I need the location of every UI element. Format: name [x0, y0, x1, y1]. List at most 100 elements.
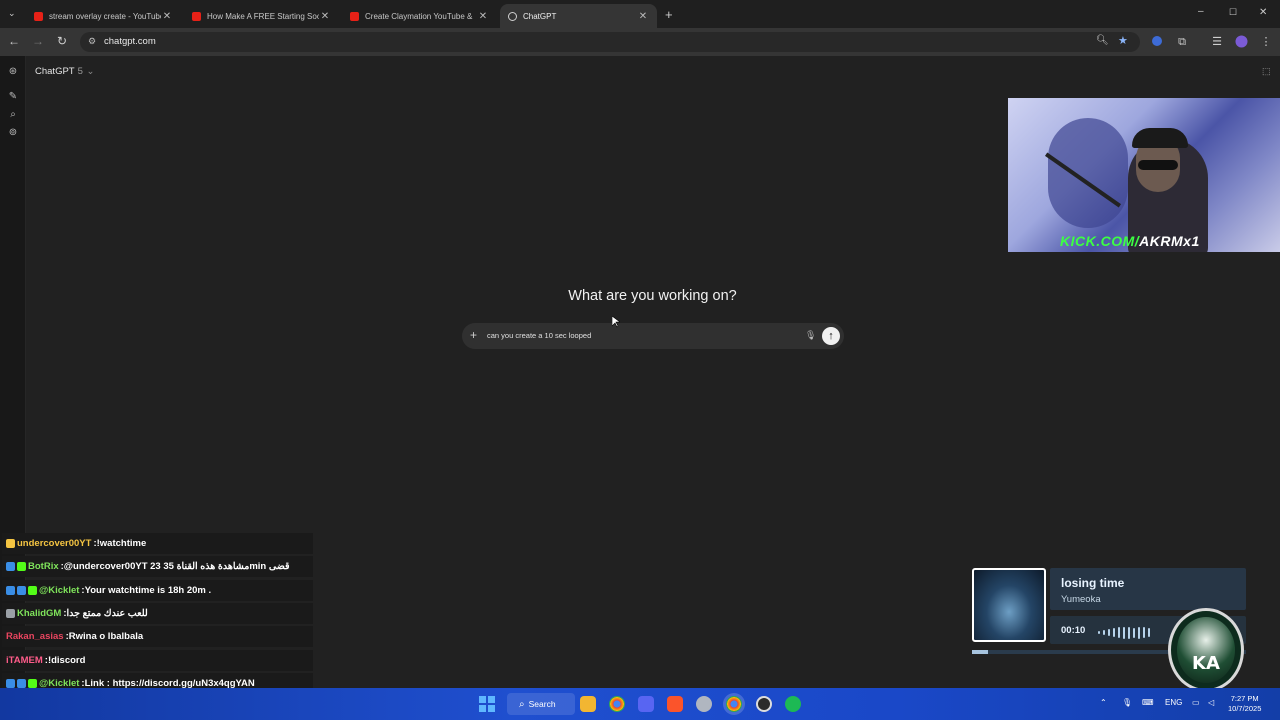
audio-waveform	[1098, 624, 1178, 639]
chat-badge-icon	[28, 586, 37, 595]
brave-icon[interactable]	[667, 696, 683, 712]
chat-message-text: Your watchtime is 18h 20m .	[84, 585, 212, 596]
streamer-glasses	[1138, 160, 1178, 170]
song-progress-fill	[972, 650, 989, 654]
tab-title: How Make A FREE Starting Soon	[207, 11, 319, 21]
keyboard-icon[interactable]: ⌨	[1142, 698, 1154, 707]
chat-badge-icon	[17, 562, 26, 571]
logo-monogram: KA	[1192, 653, 1220, 674]
taskbar-clock[interactable]: 7:27 PM 10/7/2025	[1228, 694, 1261, 714]
channel-logo: KA	[1168, 608, 1244, 692]
song-artist: Yumeoka	[1061, 594, 1101, 605]
chat-username: undercover00YT	[17, 538, 92, 549]
reload-icon[interactable]: ↻	[54, 34, 70, 48]
chrome-active-icon[interactable]	[726, 696, 742, 712]
chat-username: iTAMEM	[6, 655, 43, 666]
chat-username: KhalidGM	[17, 608, 62, 619]
chevron-down-icon: ⌄	[86, 66, 95, 77]
chat-mention-prefix: @	[39, 585, 49, 596]
chat-message: KhalidGM: للعب عندك ممتع جدا	[2, 603, 313, 624]
openai-logo-icon[interactable]: ⊛	[7, 66, 19, 78]
address-bar[interactable]: ⚙ chatgpt.com 🔍︎ ★	[80, 32, 1140, 52]
bookmark-star-icon[interactable]: ★	[1118, 34, 1128, 47]
youtube-icon	[192, 11, 201, 21]
obs-icon[interactable]	[756, 696, 772, 712]
site-info-icon[interactable]: ⚙	[88, 36, 96, 47]
chat-message-text: !watchtime	[96, 538, 147, 549]
tab-chatgpt[interactable]: ChatGPT ✕	[500, 4, 657, 28]
file-explorer-icon[interactable]	[580, 696, 596, 712]
streamer-headset	[1132, 128, 1188, 148]
window-close-button[interactable]: ✕	[1259, 7, 1267, 18]
tab-search-chevron-icon[interactable]: ⌄	[8, 8, 16, 19]
clock-date: 10/7/2025	[1228, 704, 1262, 713]
model-selector[interactable]: ChatGPT 5 ⌄	[35, 66, 95, 77]
add-attachment-icon[interactable]: +	[470, 328, 477, 342]
tab-close-icon[interactable]: ✕	[637, 11, 649, 22]
back-arrow-icon[interactable]: ←	[6, 34, 22, 48]
tab-starting-soon[interactable]: How Make A FREE Starting Soon ✕	[184, 4, 339, 28]
new-tab-button[interactable]: +	[665, 7, 673, 22]
elapsed-time: 00:10	[1061, 625, 1086, 636]
send-button[interactable]: ↑	[822, 327, 840, 345]
tray-chevron-up-icon[interactable]: ⌃	[1100, 698, 1107, 707]
tab-title: stream overlay create - YouTube	[49, 11, 161, 21]
tab-close-icon[interactable]: ✕	[477, 11, 489, 22]
clock-time: 7:27 PM	[1230, 694, 1259, 703]
maximize-button[interactable]: ☐	[1229, 7, 1237, 18]
chat-badge-icon	[17, 586, 26, 595]
chat-badge-icon	[6, 562, 15, 571]
language-indicator[interactable]: ENG	[1165, 698, 1182, 707]
webcam-overlay: KICK.COM/AKRMx1	[1008, 98, 1280, 252]
tab-close-icon[interactable]: ✕	[161, 11, 173, 22]
chat-badge-icon	[17, 679, 26, 688]
zoom-icon[interactable]: 🔍︎	[1096, 35, 1109, 46]
forward-arrow-icon[interactable]: →	[30, 34, 46, 48]
youtube-icon	[350, 11, 359, 21]
windows-taskbar: ⌕ Search ⌃ 🎙 ⌨ ENG ▭ ◁ 7:27 PM 10/7/2025	[0, 688, 1280, 720]
microphone-tray-icon[interactable]: 🎙	[1122, 698, 1132, 707]
youtube-icon	[34, 11, 43, 21]
prompt-input[interactable]: can you create a 10 sec looped	[487, 331, 591, 340]
browser-menu-icon[interactable]: ⋮	[1259, 35, 1273, 49]
tab-claymation[interactable]: Create Claymation YouTube & ✕	[342, 4, 497, 28]
chat-badge-icon	[6, 609, 15, 618]
library-icon[interactable]: ⊚	[7, 127, 19, 139]
temporary-chat-icon[interactable]: ⬚	[1262, 66, 1271, 77]
windows-start-icon[interactable]	[479, 696, 495, 712]
url-text: chatgpt.com	[104, 36, 156, 47]
prompt-composer[interactable]: + can you create a 10 sec looped 🎙 ↑	[462, 323, 844, 349]
chat-message: undercover00YT: !watchtime	[2, 533, 313, 554]
profile-avatar[interactable]	[1234, 35, 1248, 49]
discord-icon[interactable]	[638, 696, 654, 712]
spotify-icon[interactable]	[785, 696, 801, 712]
browser-toolbar: ← → ↻ ⚙ chatgpt.com 🔍︎ ★ ⧉ ☰ ⋮	[0, 28, 1280, 56]
chat-username: Rakan_asias	[6, 631, 64, 642]
chat-badge-icon	[6, 679, 15, 688]
new-chat-icon[interactable]: ✎	[7, 91, 19, 103]
kick-channel-label: KICK.COM/AKRMx1	[1060, 233, 1200, 249]
volume-icon[interactable]: ◁	[1208, 698, 1214, 707]
song-title: losing time	[1061, 576, 1125, 590]
browser-tab-bar: ⌄ stream overlay create - YouTube ✕ How …	[0, 0, 1280, 28]
settings-gear-icon[interactable]	[696, 696, 712, 712]
model-name: ChatGPT	[35, 66, 75, 77]
wall-shadow	[1048, 118, 1128, 228]
chat-badge-icon	[28, 679, 37, 688]
tab-stream-overlay[interactable]: stream overlay create - YouTube ✕	[26, 4, 181, 28]
media-control-icon[interactable]: ☰	[1210, 35, 1224, 49]
search-icon[interactable]: ⌕	[7, 109, 19, 121]
microphone-icon[interactable]: 🎙	[805, 330, 816, 341]
chat-message: BotRix: @undercover00YT 23 مشاهدة هذه ال…	[2, 556, 313, 577]
chat-username: Kicklet	[48, 585, 80, 596]
tab-close-icon[interactable]: ✕	[319, 11, 331, 22]
tab-title: Create Claymation YouTube &	[365, 11, 473, 21]
extension-icon[interactable]	[1150, 35, 1164, 49]
minimize-button[interactable]: –	[1198, 6, 1204, 17]
network-icon[interactable]: ▭	[1192, 698, 1200, 707]
extensions-puzzle-icon[interactable]: ⧉	[1175, 35, 1189, 49]
taskbar-search-button[interactable]: ⌕ Search	[507, 693, 575, 715]
search-label: Search	[528, 699, 556, 709]
chrome-icon[interactable]	[609, 696, 625, 712]
mouse-cursor-icon	[612, 316, 620, 328]
